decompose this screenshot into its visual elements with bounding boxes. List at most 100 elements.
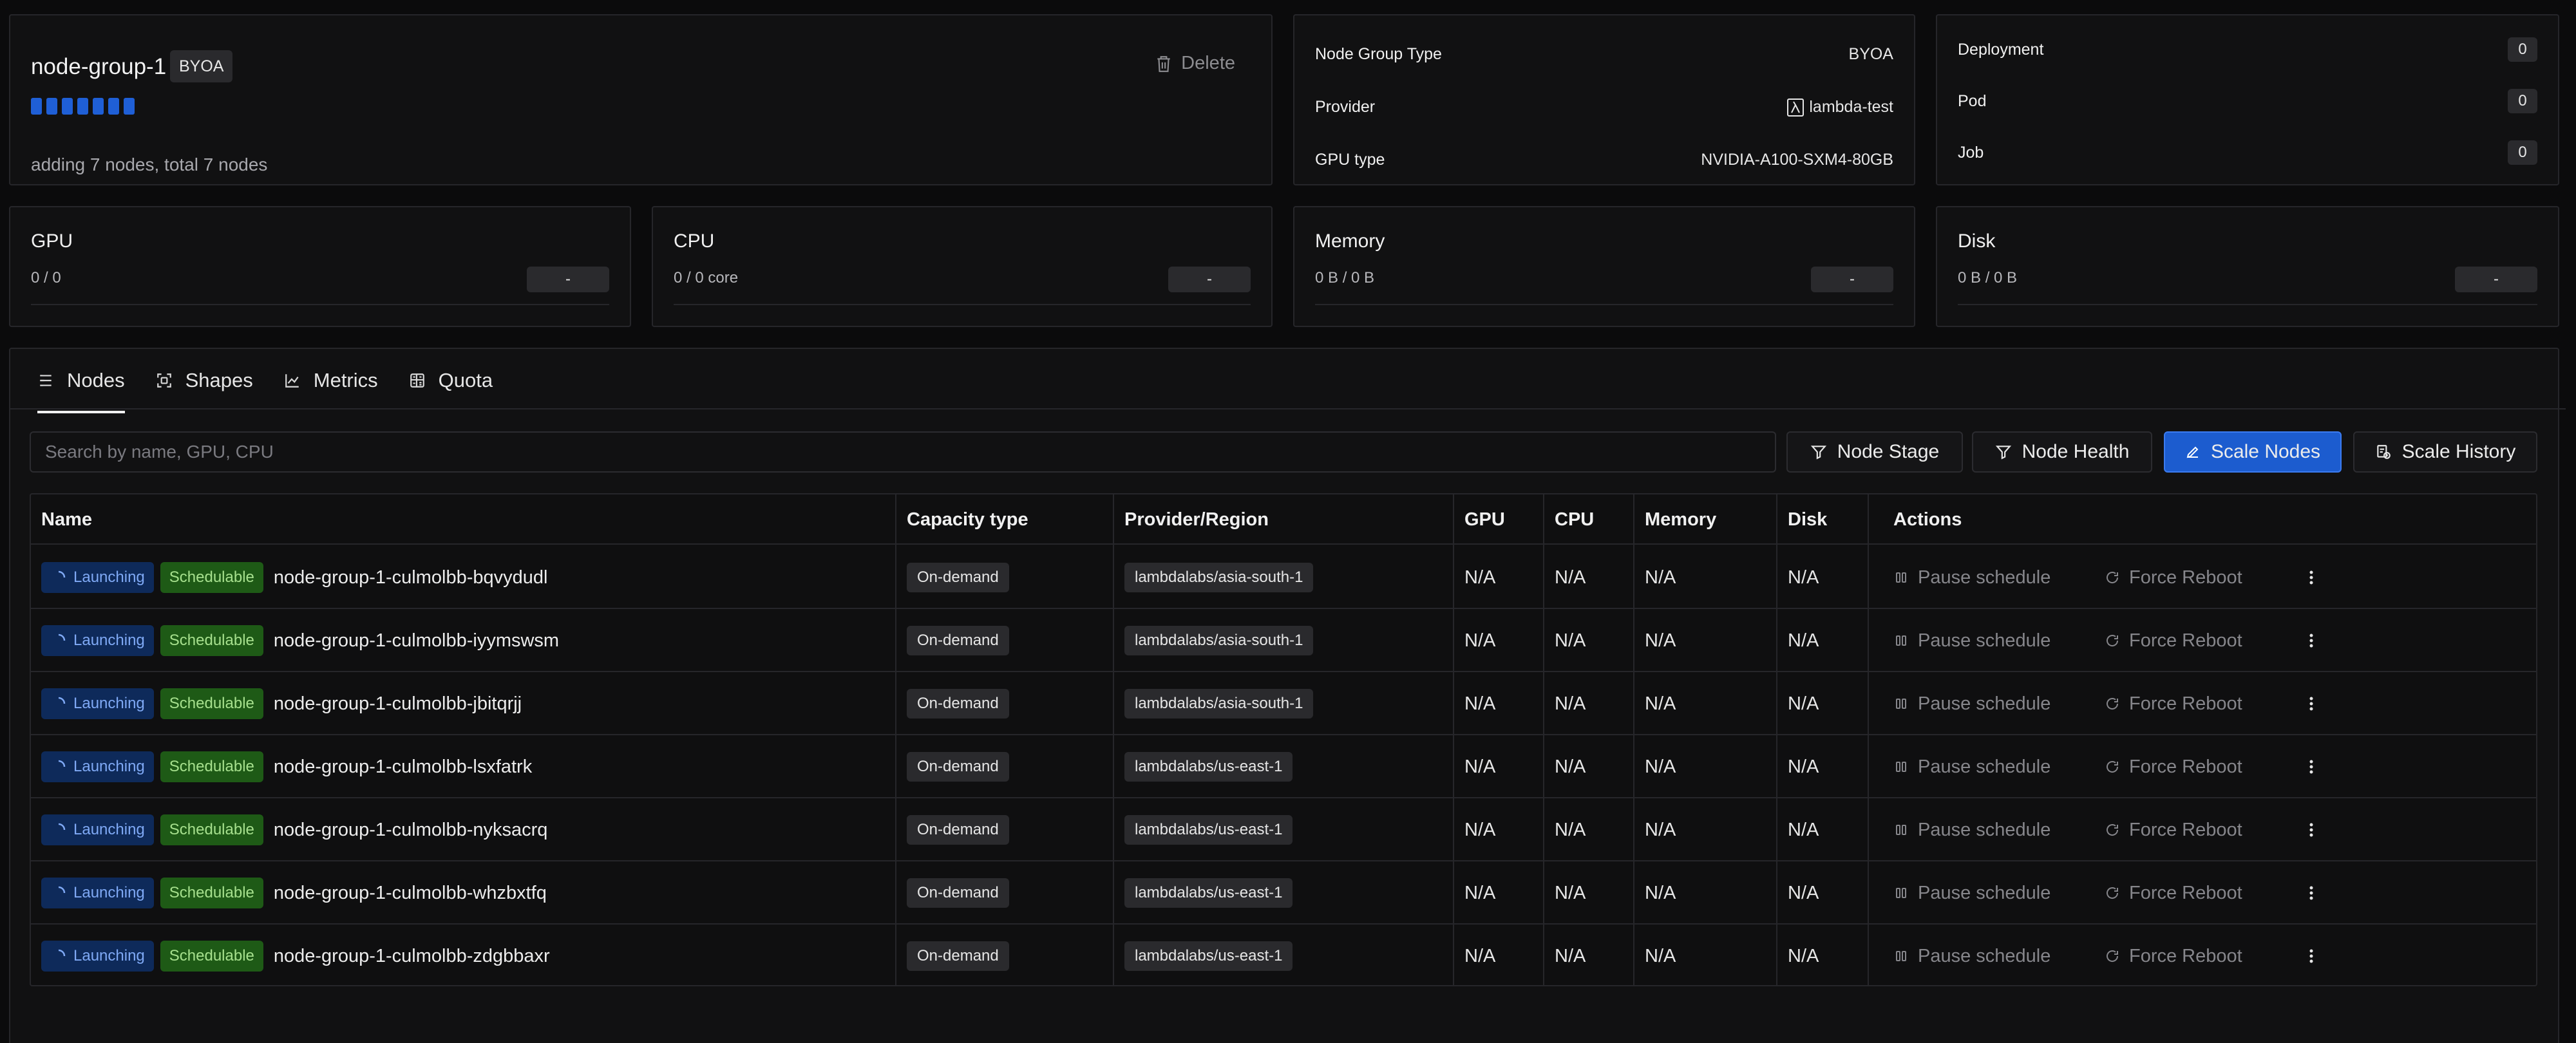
- tab-label: Metrics: [313, 369, 378, 391]
- node-name[interactable]: node-group-1-culmolbb-zdgbbaxr: [274, 946, 550, 967]
- disk-cell: N/A: [1788, 945, 1819, 966]
- delete-button[interactable]: Delete: [1155, 53, 1235, 74]
- capacity-cell: On-demand: [907, 609, 1009, 672]
- more-options-icon[interactable]: [2308, 758, 2315, 776]
- pause-label: Pause schedule: [1918, 630, 2051, 651]
- status-label: Launching: [73, 632, 145, 649]
- schedulable-badge: Schedulable: [160, 941, 263, 972]
- capacity-tag: On-demand: [907, 626, 1009, 655]
- force-reboot-button[interactable]: Force Reboot: [2105, 946, 2242, 967]
- node-name[interactable]: node-group-1-culmolbb-lsxfatrk: [274, 756, 532, 778]
- pause-schedule-button[interactable]: Pause schedule: [1893, 756, 2050, 778]
- resource-value: 0 B / 0 B: [1315, 269, 1375, 287]
- force-reboot-button[interactable]: Force Reboot: [2105, 883, 2242, 904]
- workload-label: Job: [1958, 143, 1984, 162]
- info-row-provider: Provider lambda-test: [1315, 98, 1893, 117]
- capacity-tag: On-demand: [907, 563, 1009, 592]
- progress-segment: [124, 98, 135, 115]
- node-name[interactable]: node-group-1-culmolbb-iyymswsm: [274, 630, 559, 652]
- status-label: Launching: [73, 758, 145, 775]
- tab-label: Nodes: [67, 369, 125, 391]
- region-cell: lambdalabs/us-east-1: [1124, 735, 1293, 798]
- more-options-icon[interactable]: [2308, 568, 2315, 587]
- node-name[interactable]: node-group-1-culmolbb-jbitqrjj: [274, 693, 522, 715]
- refresh-icon: [2107, 761, 2119, 773]
- table-row[interactable]: Launching Schedulable node-group-1-culmolb…: [31, 735, 2536, 798]
- capacity-tag: On-demand: [907, 752, 1009, 782]
- list-icon: [40, 375, 52, 386]
- workloads-card: Deployment 0 Pod 0 Job 0: [1936, 14, 2559, 185]
- divider: [674, 304, 1251, 305]
- pause-schedule-button[interactable]: Pause schedule: [1893, 820, 2050, 841]
- region-cell: lambdalabs/asia-south-1: [1124, 672, 1314, 735]
- scale-history-button[interactable]: Scale History: [2353, 431, 2537, 473]
- resource-title: CPU: [674, 230, 715, 252]
- table-header: Name Capacity type Provider/Region GPU C…: [31, 494, 2536, 545]
- pause-schedule-button[interactable]: Pause schedule: [1893, 567, 2050, 588]
- node-group-info-card: Node Group Type BYOA Provider lambda-tes…: [1293, 14, 1915, 185]
- pause-label: Pause schedule: [1918, 756, 2051, 777]
- spinner-icon: [58, 697, 66, 704]
- node-name[interactable]: node-group-1-culmolbb-bqvydudl: [274, 567, 548, 588]
- spinner-icon: [58, 634, 66, 641]
- force-reboot-button[interactable]: Force Reboot: [2105, 567, 2242, 588]
- status-label: Launching: [73, 568, 145, 586]
- resource-title: Memory: [1315, 230, 1385, 252]
- divider: [31, 304, 609, 305]
- status-badge-launching: Launching: [41, 751, 154, 782]
- tab-shapes[interactable]: Shapes: [156, 361, 253, 400]
- capacity-tag: On-demand: [907, 878, 1009, 908]
- table-row[interactable]: Launching Schedulable node-group-1-culmolb…: [31, 798, 2536, 861]
- table-row[interactable]: Launching Schedulable node-group-1-culmolb…: [31, 546, 2536, 609]
- tab-metrics[interactable]: Metrics: [284, 361, 378, 400]
- pause-label: Pause schedule: [1918, 945, 2051, 966]
- workload-label: Pod: [1958, 91, 1987, 110]
- region-tag: lambdalabs/us-east-1: [1124, 815, 1293, 845]
- node-health-filter-button[interactable]: Node Health: [1972, 431, 2152, 473]
- schedulable-badge: Schedulable: [160, 562, 263, 593]
- spinner-icon: [58, 823, 66, 831]
- node-name[interactable]: node-group-1-culmolbb-nyksacrq: [274, 820, 548, 841]
- scale-nodes-button[interactable]: Scale Nodes: [2164, 431, 2342, 473]
- more-options-icon[interactable]: [2308, 884, 2315, 902]
- resource-card-gpu: GPU 0 / 0 -: [9, 206, 631, 327]
- node-name-cell: Launching Schedulable node-group-1-culmolb…: [41, 546, 547, 609]
- force-reboot-button[interactable]: Force Reboot: [2105, 630, 2242, 652]
- tab-nodes[interactable]: Nodes: [37, 361, 125, 413]
- workload-count: 0: [2508, 140, 2537, 165]
- progress-segment: [46, 98, 57, 115]
- status-badge-launching: Launching: [41, 688, 154, 719]
- resource-usage-badge: -: [2455, 267, 2537, 292]
- force-reboot-button[interactable]: Force Reboot: [2105, 756, 2242, 778]
- info-row-gpu: GPU type NVIDIA-A100-SXM4-80GB: [1315, 151, 1893, 169]
- more-options-icon[interactable]: [2308, 821, 2315, 839]
- pause-schedule-button[interactable]: Pause schedule: [1893, 630, 2050, 652]
- tab-label: Quota: [438, 369, 493, 391]
- more-options-icon[interactable]: [2308, 632, 2315, 650]
- table-row[interactable]: Launching Schedulable node-group-1-culmolb…: [31, 672, 2536, 735]
- table-row[interactable]: Launching Schedulable node-group-1-culmolb…: [31, 609, 2536, 672]
- node-stage-filter-button[interactable]: Node Stage: [1786, 431, 1963, 473]
- filter-icon: [1810, 446, 1826, 460]
- search-input[interactable]: Search by name, GPU, CPU: [30, 431, 1776, 473]
- reboot-label: Force Reboot: [2129, 882, 2242, 903]
- table-row[interactable]: Launching Schedulable node-group-1-culmolb…: [31, 925, 2536, 988]
- pause-schedule-button[interactable]: Pause schedule: [1893, 883, 2050, 904]
- resource-card-cpu: CPU 0 / 0 core -: [652, 206, 1273, 327]
- disk-cell: N/A: [1788, 882, 1819, 903]
- capacity-cell: On-demand: [907, 861, 1009, 925]
- table-row[interactable]: Launching Schedulable node-group-1-culmolb…: [31, 861, 2536, 925]
- more-options-icon[interactable]: [2308, 695, 2315, 713]
- pause-schedule-button[interactable]: Pause schedule: [1893, 946, 2050, 967]
- node-name[interactable]: node-group-1-culmolbb-whzbxtfq: [274, 883, 547, 904]
- force-reboot-button[interactable]: Force Reboot: [2105, 820, 2242, 841]
- more-options-icon[interactable]: [2308, 947, 2315, 965]
- spinner-icon: [58, 949, 66, 957]
- pause-schedule-button[interactable]: Pause schedule: [1893, 693, 2050, 715]
- column-header-name: Name: [41, 509, 92, 530]
- cpu-cell: N/A: [1555, 567, 1586, 588]
- tab-quota[interactable]: Quota: [409, 361, 493, 400]
- region-cell: lambdalabs/asia-south-1: [1124, 546, 1314, 609]
- actions-cell: Pause schedule: [1893, 735, 2050, 798]
- force-reboot-button[interactable]: Force Reboot: [2105, 693, 2242, 715]
